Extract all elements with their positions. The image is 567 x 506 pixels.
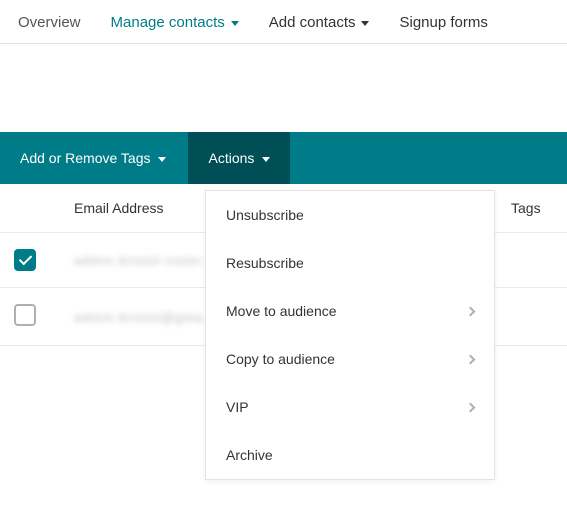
menu-item-label: Move to audience (226, 303, 337, 319)
nav-overview[interactable]: Overview (18, 14, 81, 31)
add-remove-tags-button[interactable]: Add or Remove Tags (0, 132, 186, 184)
chevron-right-icon (466, 402, 476, 412)
menu-item-label: Archive (226, 447, 273, 463)
header-checkbox-col (0, 184, 60, 233)
menu-move-to-audience[interactable]: Move to audience (206, 287, 494, 335)
nav-manage-contacts[interactable]: Manage contacts (111, 14, 239, 31)
chevron-right-icon (466, 306, 476, 316)
menu-item-label: Unsubscribe (226, 207, 304, 223)
actions-button[interactable]: Actions (188, 132, 290, 184)
menu-item-label: Copy to audience (226, 351, 335, 367)
nav-overview-label: Overview (18, 14, 81, 31)
menu-item-label: VIP (226, 399, 249, 415)
nav-add-contacts[interactable]: Add contacts (269, 14, 370, 31)
nav-add-label: Add contacts (269, 14, 356, 31)
email-cell[interactable]: admin.bristol@gma (74, 310, 224, 322)
menu-resubscribe[interactable]: Resubscribe (206, 239, 494, 287)
chevron-down-icon (158, 157, 166, 162)
chevron-right-icon (466, 354, 476, 364)
nav-manage-label: Manage contacts (111, 14, 225, 31)
tags-cell (497, 233, 567, 288)
email-cell[interactable]: admin.bristol-sister (74, 253, 224, 265)
row-checkbox[interactable] (14, 249, 36, 271)
nav-signup-label: Signup forms (399, 14, 487, 31)
tags-button-label: Add or Remove Tags (20, 150, 150, 166)
menu-item-label: Resubscribe (226, 255, 304, 271)
chevron-down-icon (361, 21, 369, 26)
menu-copy-to-audience[interactable]: Copy to audience (206, 335, 494, 383)
header-tags: Tags (497, 184, 567, 233)
actions-menu: Unsubscribe Resubscribe Move to audience… (205, 190, 495, 480)
nav-signup-forms[interactable]: Signup forms (399, 14, 487, 31)
bulk-toolbar: Add or Remove Tags Actions (0, 132, 567, 184)
menu-vip[interactable]: VIP (206, 383, 494, 431)
menu-archive[interactable]: Archive (206, 431, 494, 479)
row-checkbox[interactable] (14, 304, 36, 326)
chevron-down-icon (231, 21, 239, 26)
tags-cell (497, 288, 567, 346)
menu-unsubscribe[interactable]: Unsubscribe (206, 191, 494, 239)
top-nav: Overview Manage contacts Add contacts Si… (0, 0, 567, 44)
chevron-down-icon (262, 157, 270, 162)
actions-button-label: Actions (208, 150, 254, 166)
